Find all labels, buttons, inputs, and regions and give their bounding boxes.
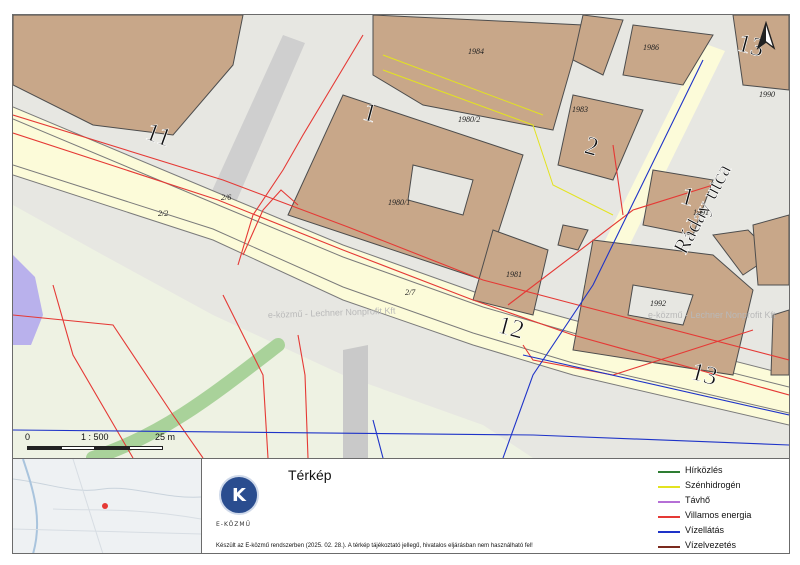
parcel-number: 1992 — [650, 299, 666, 308]
legend-swatch — [658, 516, 680, 518]
legend-label: Villamos energia — [685, 510, 752, 520]
legend-label: Vízellátás — [685, 525, 725, 535]
parcel-number: 2/6 — [221, 193, 231, 202]
utility-legend: Hírközlés Szénhidrogén Távhő Villamos energ… — [658, 465, 786, 553]
legend-item: Vízellátás — [658, 525, 786, 540]
parcel-number: 1983 — [572, 105, 588, 114]
legend-label: Szénhidrogén — [685, 480, 741, 490]
legend-item: Vízelvezetés — [658, 540, 786, 553]
legend-swatch — [658, 546, 680, 548]
north-arrow-icon — [753, 21, 779, 51]
legend-swatch — [658, 486, 680, 488]
ekozmu-logo: K — [219, 475, 259, 515]
parcel-number: 1980/2 — [458, 115, 480, 124]
watermark: e-közmű - Lechner Nonprofit Kft — [648, 310, 776, 320]
legend-swatch — [658, 471, 680, 473]
legend-panel: K E-KÖZMŰ Térkép Készült az E-közmű rend… — [13, 458, 789, 553]
parcel-number: 1986 — [643, 43, 659, 52]
legend-swatch — [658, 531, 680, 533]
parcel-number: 1990 — [759, 90, 775, 99]
overview-map[interactable] — [13, 459, 202, 553]
parcel-number: 1984 — [468, 47, 484, 56]
legend-label: Hírközlés — [685, 465, 723, 475]
scale-zero: 0 — [25, 432, 31, 442]
scale-distance: 25 m — [155, 432, 176, 442]
legend-item: Hírközlés — [658, 465, 786, 480]
map-canvas[interactable]: 1984 1986 1990 1980/2 1983 1980/1 1991 1… — [13, 15, 789, 458]
legend-swatch — [658, 501, 680, 503]
parcel-number: 2/7 — [405, 288, 416, 297]
map-sheet: 1984 1986 1990 1980/2 1983 1980/1 1991 1… — [12, 14, 790, 554]
legend-label: Vízelvezetés — [685, 540, 737, 550]
map-drawing: 1984 1986 1990 1980/2 1983 1980/1 1991 1… — [13, 15, 789, 458]
legend-item: Távhő — [658, 495, 786, 510]
location-marker — [102, 503, 108, 509]
legend-label: Távhő — [685, 495, 711, 505]
scale-bar: 0 1 : 500 25 m — [25, 432, 197, 452]
parcel-number: 1981 — [506, 270, 522, 279]
legend-item: Szénhidrogén — [658, 480, 786, 495]
disclaimer-text: Készült az E-közmű rendszerben (2025. 02… — [216, 543, 533, 549]
parcel-number: 1980/1 — [388, 198, 410, 207]
grey-path-south — [343, 345, 368, 458]
panel-title: Térkép — [288, 467, 332, 483]
logo-name: E-KÖZMŰ — [216, 521, 251, 528]
parcel-number: 2/2 — [158, 209, 168, 218]
legend-item: Villamos energia — [658, 510, 786, 525]
scale-ratio: 1 : 500 — [81, 432, 109, 442]
